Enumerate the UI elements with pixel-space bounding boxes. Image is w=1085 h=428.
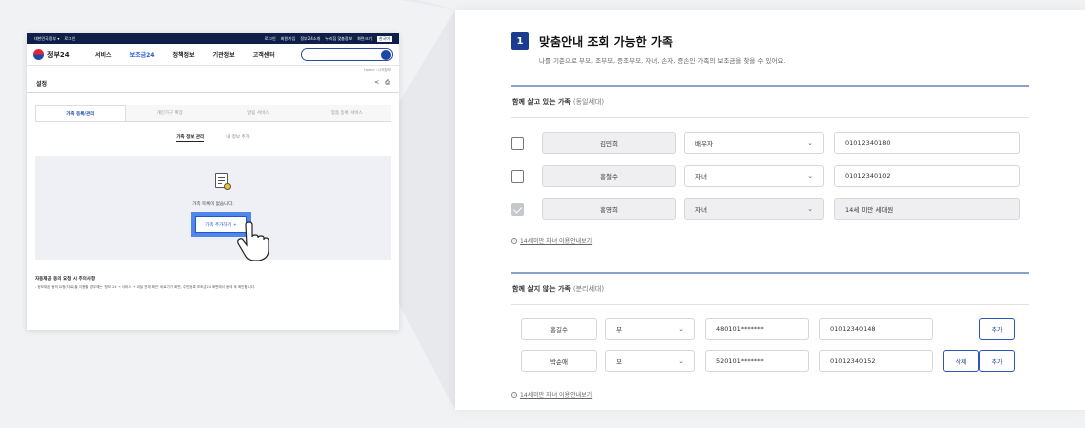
phone-input[interactable]: 01012340152 <box>819 350 933 372</box>
family-row: 홍영희 자녀 ⌄ 14세 미만 세대원 <box>511 198 1020 220</box>
global-nav: 정부24 서비스 보조금24 정책정보 기관정보 고객센터 <box>27 44 399 66</box>
util-item[interactable]: 화면크기 <box>357 36 372 42</box>
menu-item-agency[interactable]: 기관정보 <box>213 50 235 59</box>
apart-title: 함께 살지 않는 가족 (분리세대) <box>511 274 1029 305</box>
browser-screenshot: 대한민국정부 ▾ 로그인 로그인 회원가입 정부24소개 누리집 맞춤정보 화면… <box>27 33 399 330</box>
main-menu: 서비스 보조금24 정책정보 기관정보 고객센터 <box>95 50 275 59</box>
notice-body: - 정보제공 동의 요청(자료)을 이용할 경우에는 '정보 24 → 서비스 … <box>35 285 256 289</box>
apart-family-box: 함께 살지 않는 가족 (분리세대) 홍길수 부 ⌄ 480101******* 0… <box>511 272 1029 384</box>
tab-household[interactable]: 개인가구 확장 <box>125 105 214 121</box>
chevron-down-icon: ⌄ <box>807 205 813 213</box>
search-input[interactable] <box>301 48 393 61</box>
name-input[interactable]: 홍길수 <box>521 318 597 340</box>
empty-message: 가족 목록이 없습니다. <box>192 202 234 207</box>
family-row: 박순애 모 ⌄ 520101******* 01012340152 삭제 추가 <box>521 350 1015 372</box>
chevron-down-icon: ⌄ <box>807 139 813 147</box>
relation-select[interactable]: 배우자 ⌄ <box>684 132 824 154</box>
settings-tabs: 가족 등록/관리 개인가구 확장 알림 서비스 맞춤 등록 서비스 <box>35 105 391 122</box>
phone-input[interactable]: 01012340102 <box>834 165 1020 187</box>
document-icon <box>215 173 231 190</box>
hand-cursor-icon <box>237 221 269 261</box>
chevron-down-icon: ⌄ <box>678 357 684 365</box>
language-select[interactable]: 한국어 <box>376 35 392 42</box>
together-hint[interactable]: i 14세미만 자녀 이용안내보기 <box>511 236 592 245</box>
chevron-down-icon: ⌄ <box>807 172 813 180</box>
relation-select: 자녀 ⌄ <box>684 198 824 220</box>
page-title: 설정 <box>36 80 48 88</box>
util-item[interactable]: 누리집 맞춤정보 <box>325 36 352 42</box>
print-icon[interactable]: ⎙ <box>385 79 390 87</box>
site-logo[interactable]: 정부24 <box>33 49 95 60</box>
phone-input[interactable]: 01012340148 <box>819 318 933 340</box>
info-icon: i <box>511 391 517 398</box>
name-field: 홍철수 <box>542 165 676 187</box>
row-checkbox[interactable] <box>511 169 524 183</box>
rrn-input[interactable]: 520101******* <box>705 350 809 372</box>
util-item[interactable]: 대한민국정부 ▾ <box>34 36 59 42</box>
util-item[interactable]: 회원가입 <box>281 36 296 42</box>
util-item[interactable]: 로그인 <box>265 36 276 42</box>
chevron-down-icon: ⌄ <box>678 325 684 333</box>
util-item[interactable]: 로그인 <box>64 36 75 42</box>
family-row: 홍길수 부 ⌄ 480101******* 01012340148 추가 <box>521 318 1015 340</box>
notice-title: 자동제공 동의 요청 시 주의사항 <box>35 277 96 282</box>
section-title: 맞춤안내 조회 가능한 가족 <box>539 34 673 49</box>
together-title: 함께 살고 있는 가족 (동일세대) <box>511 87 1029 118</box>
sub-tabs: 가족 정보 관리 내 정보 추가 <box>27 134 399 142</box>
menu-item-subsidy[interactable]: 보조금24 <box>130 50 155 59</box>
row-checkbox[interactable] <box>511 136 524 150</box>
subtab-my-info[interactable]: 내 정보 추가 <box>226 134 250 142</box>
taeguk-icon <box>33 49 44 60</box>
step-number: 1 <box>511 32 529 50</box>
share-icon[interactable]: < <box>374 79 379 87</box>
apart-hint[interactable]: i 14세미만 자녀 이용안내보기 <box>511 390 592 399</box>
util-item[interactable]: 정부24소개 <box>300 36 320 42</box>
phone-input[interactable]: 01012340180 <box>834 132 1020 154</box>
tab-alert[interactable]: 알림 서비스 <box>214 105 303 121</box>
menu-item-policy[interactable]: 정책정보 <box>172 50 194 59</box>
relation-select[interactable]: 모 ⌄ <box>605 350 695 372</box>
row-checkbox-disabled <box>511 202 524 216</box>
phone-input: 14세 미만 세대원 <box>834 198 1020 220</box>
name-field: 홍영희 <box>542 198 676 220</box>
together-family-box: 함께 살고 있는 가족 (동일세대) 김민희 배우자 ⌄ 01012340180 홍… <box>511 85 1029 245</box>
add-button[interactable]: 추가 <box>979 350 1015 372</box>
subtab-family-info[interactable]: 가족 정보 관리 <box>176 134 205 142</box>
delete-button[interactable]: 삭제 <box>943 350 979 372</box>
add-button[interactable]: 추가 <box>979 318 1015 340</box>
menu-item-support[interactable]: 고객센터 <box>253 50 275 59</box>
name-input[interactable]: 박순애 <box>521 350 597 372</box>
family-row: 김민희 배우자 ⌄ 01012340180 <box>511 132 1020 154</box>
family-panel: 1 맞춤안내 조회 가능한 가족 나를 기준으로 부모, 조부모, 증조부모, … <box>455 10 1085 410</box>
family-row: 홍철수 자녀 ⌄ 01012340102 <box>511 165 1020 187</box>
tab-custom[interactable]: 맞춤 등록 서비스 <box>302 105 391 121</box>
relation-select[interactable]: 자녀 ⌄ <box>684 165 824 187</box>
menu-item-service[interactable]: 서비스 <box>95 50 112 59</box>
logo-text: 정부24 <box>47 50 70 59</box>
tab-family[interactable]: 가족 등록/관리 <box>35 105 126 121</box>
breadcrumb: Home › 나의정보 <box>364 68 391 72</box>
name-field: 김민희 <box>542 132 676 154</box>
empty-state: 가족 목록이 없습니다. 가족 추가하기 + <box>35 156 391 261</box>
section-description: 나를 기준으로 부모, 조부모, 증조부모, 자녀, 손자, 증손인 가족의 보… <box>539 57 786 65</box>
utility-bar: 대한민국정부 ▾ 로그인 로그인 회원가입 정부24소개 누리집 맞춤정보 화면… <box>27 33 399 44</box>
info-icon: i <box>511 237 517 244</box>
rrn-input[interactable]: 480101******* <box>705 318 809 340</box>
search-icon[interactable] <box>381 50 391 60</box>
relation-select[interactable]: 부 ⌄ <box>605 318 695 340</box>
